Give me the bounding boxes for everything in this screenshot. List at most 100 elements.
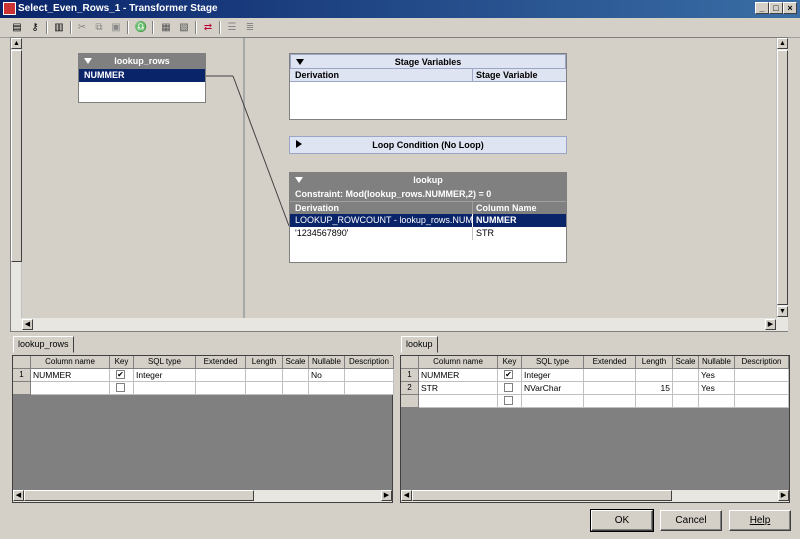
cut-icon[interactable]: ✂ (74, 20, 90, 35)
output-link-header[interactable]: lookup (290, 173, 566, 188)
length-cell[interactable] (246, 382, 283, 395)
collapse-icon[interactable] (84, 58, 92, 64)
grid-header[interactable]: Key (498, 356, 522, 369)
key-checkbox[interactable]: ✔ (504, 370, 513, 379)
grid-header[interactable]: Scale (283, 356, 309, 369)
key-cell[interactable] (498, 382, 522, 395)
column-name-cell[interactable]: NUMMER (419, 369, 498, 382)
maximize-button[interactable]: □ (769, 2, 783, 14)
column-name-cell[interactable]: STR (472, 227, 494, 240)
left-align-icon[interactable]: ≣ (242, 20, 258, 35)
grid-header[interactable]: Description (345, 356, 394, 369)
sql-type-cell[interactable]: NVarChar (522, 382, 584, 395)
scroll-right-icon[interactable]: ▶ (778, 490, 789, 501)
copy-icon[interactable]: ⧉ (91, 20, 107, 35)
grid-hscroll[interactable]: ◀ ▶ (401, 490, 789, 502)
scroll-left-icon[interactable]: ◀ (13, 490, 24, 501)
grid-header[interactable]: Column name (419, 356, 498, 369)
input-order-icon[interactable]: ⇄ (200, 20, 216, 35)
sql-type-cell[interactable] (134, 382, 196, 395)
length-cell[interactable]: 15 (636, 382, 673, 395)
grid-hscroll[interactable]: ◀ ▶ (13, 490, 392, 502)
key-cell[interactable]: ✔ (498, 369, 522, 382)
column-name-cell[interactable]: NUMMER (472, 214, 517, 227)
nullable-cell[interactable]: Yes (699, 369, 735, 382)
length-cell[interactable] (636, 369, 673, 382)
column-name-cell[interactable] (419, 395, 498, 408)
input-link-box[interactable]: lookup_rows NUMMER (78, 53, 206, 103)
collapse-icon[interactable] (295, 177, 303, 183)
column-name-cell[interactable] (31, 382, 110, 395)
key-checkbox[interactable]: ✔ (116, 370, 125, 379)
row-number[interactable] (401, 395, 419, 408)
canvas-hscroll[interactable]: ◀ ▶ (11, 318, 788, 331)
grid-header[interactable]: Nullable (309, 356, 345, 369)
scale-cell[interactable] (673, 369, 699, 382)
cancel-button[interactable]: Cancel (660, 510, 722, 531)
row-number[interactable]: 1 (13, 369, 31, 382)
key-icon[interactable]: ⚷ (27, 20, 43, 35)
row-number[interactable]: 2 (401, 382, 419, 395)
grid-header[interactable]: Scale (673, 356, 699, 369)
description-cell[interactable] (345, 382, 394, 395)
load-icon[interactable]: ▦ (158, 20, 174, 35)
input-column-row[interactable]: NUMMER (79, 69, 205, 82)
input-columns-grid[interactable]: Column name Key SQL type Extended Length… (12, 355, 394, 503)
nullable-cell[interactable]: Yes (699, 382, 735, 395)
stage-variables-box[interactable]: Stage Variables Derivation Stage Variabl… (289, 53, 567, 120)
loop-condition-box[interactable]: Loop Condition (No Loop) (289, 136, 567, 154)
grid-header[interactable]: SQL type (522, 356, 584, 369)
grid-header[interactable]: Extended (584, 356, 636, 369)
ok-button[interactable]: OK (590, 509, 654, 532)
extended-cell[interactable] (196, 382, 246, 395)
minimize-button[interactable]: _ (755, 2, 769, 14)
save-icon[interactable]: ▧ (176, 20, 192, 35)
scroll-thumb[interactable] (24, 490, 254, 501)
scroll-right-icon[interactable]: ▶ (765, 319, 776, 330)
grid-header[interactable]: Length (636, 356, 673, 369)
scale-cell[interactable] (283, 382, 309, 395)
scroll-thumb[interactable] (412, 490, 672, 501)
grid-header[interactable]: Description (735, 356, 789, 369)
length-cell[interactable] (246, 369, 283, 382)
key-cell[interactable]: ✔ (110, 369, 134, 382)
extended-cell[interactable] (584, 369, 636, 382)
row-number[interactable]: 1 (401, 369, 419, 382)
sql-type-cell[interactable]: Integer (134, 369, 196, 382)
close-button[interactable]: × (783, 2, 797, 14)
column-name-cell[interactable]: STR (419, 382, 498, 395)
derivation-cell[interactable]: '1234567890' (292, 227, 472, 240)
row-number[interactable] (13, 382, 31, 395)
extended-cell[interactable] (584, 395, 636, 408)
grid-header[interactable]: Column name (31, 356, 110, 369)
output-columns-grid[interactable]: Column name Key SQL type Extended Length… (400, 355, 790, 503)
nullable-cell[interactable]: No (309, 369, 345, 382)
key-cell[interactable] (110, 382, 134, 395)
input-link-header[interactable]: lookup_rows (79, 54, 205, 69)
scale-cell[interactable] (673, 395, 699, 408)
grid-header[interactable]: SQL type (134, 356, 196, 369)
key-cell[interactable] (498, 395, 522, 408)
derivation-cell[interactable]: LOOKUP_ROWCOUNT - lookup_rows.NUMMER (292, 214, 472, 227)
extended-cell[interactable] (196, 369, 246, 382)
scroll-left-icon[interactable]: ◀ (22, 319, 33, 330)
key-checkbox[interactable] (116, 383, 125, 392)
key-checkbox[interactable] (504, 383, 513, 392)
description-cell[interactable] (345, 369, 394, 382)
nullable-cell[interactable] (309, 382, 345, 395)
properties-icon[interactable]: ▤ (9, 20, 25, 35)
sql-type-cell[interactable]: Integer (522, 369, 584, 382)
sql-type-cell[interactable] (522, 395, 584, 408)
nullable-cell[interactable] (699, 395, 735, 408)
key-checkbox[interactable] (504, 396, 513, 405)
scale-cell[interactable] (673, 382, 699, 395)
grid-header[interactable]: Extended (196, 356, 246, 369)
output-row-1[interactable]: LOOKUP_ROWCOUNT - lookup_rows.NUMMER NUM… (290, 214, 566, 227)
stage-variables-header[interactable]: Stage Variables (290, 54, 566, 69)
columns-icon[interactable]: ▥ (51, 20, 67, 35)
scale-cell[interactable] (283, 369, 309, 382)
length-cell[interactable] (636, 395, 673, 408)
paste-icon[interactable]: ▣ (108, 20, 124, 35)
expand-icon[interactable] (296, 140, 302, 148)
constraint-row[interactable]: Constraint: Mod(lookup_rows.NUMMER,2) = … (290, 188, 566, 201)
